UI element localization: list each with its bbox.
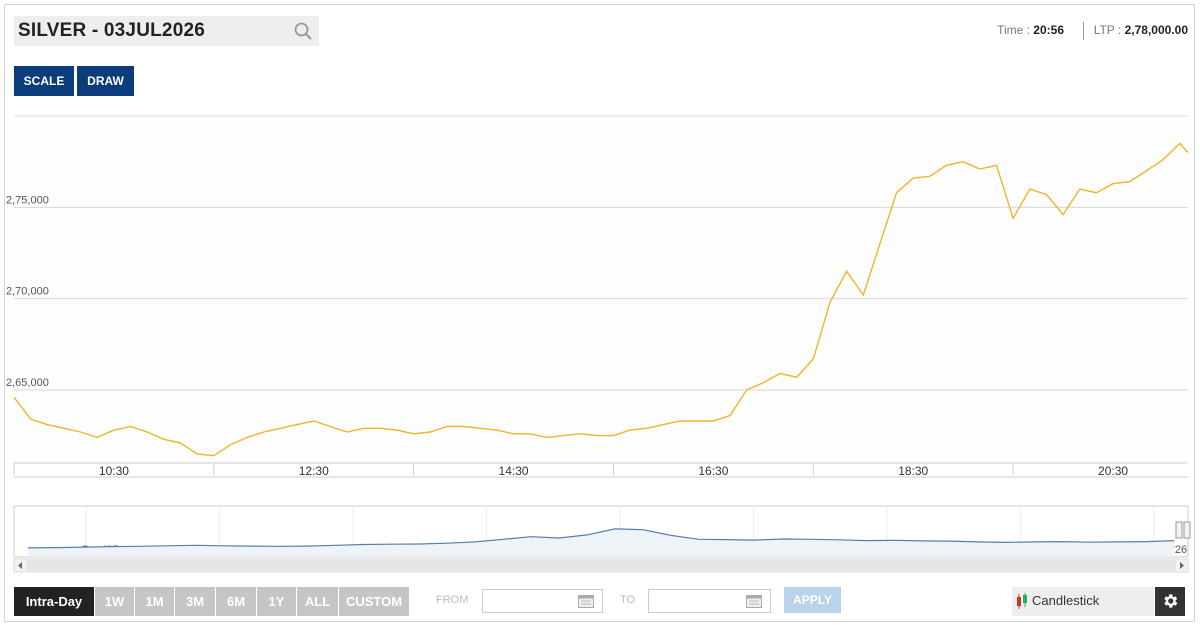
calendar-icon[interactable] — [746, 595, 762, 608]
x-tick-label: 16:30 — [698, 464, 728, 478]
plot-area — [14, 116, 1188, 463]
x-tick-label: 10:30 — [99, 464, 129, 478]
y-tick-label: 2,65,000 — [6, 377, 49, 389]
from-date-input[interactable] — [482, 589, 603, 613]
gear-icon — [1164, 594, 1178, 608]
apply-button[interactable]: APPLY — [784, 587, 841, 613]
range-button-3m[interactable]: 3M — [175, 587, 215, 616]
y-tick-label: 2,75,000 — [6, 194, 49, 206]
range-button-6m[interactable]: 6M — [216, 587, 256, 616]
candlestick-icon — [1017, 593, 1027, 609]
price-chart[interactable]: 2,75,000 2,70,000 2,65,000 10:30 12:30 14:30 1… — [0, 0, 1200, 580]
x-tick-label: 18:30 — [898, 464, 928, 478]
range-button-1y[interactable]: 1Y — [257, 587, 296, 616]
chart-type-selector[interactable]: Candlestick — [1012, 587, 1154, 616]
range-button-all[interactable]: ALL — [297, 587, 338, 616]
range-button-intra-day[interactable]: Intra-Day — [14, 587, 94, 616]
scrollbar-thumb[interactable] — [26, 560, 1176, 571]
chart-type-label: Candlestick — [1032, 593, 1100, 608]
range-button-custom[interactable]: CUSTOM — [339, 587, 409, 616]
range-button-1w[interactable]: 1W — [95, 587, 134, 616]
y-tick-label: 2,70,000 — [6, 286, 49, 298]
to-date-input[interactable] — [648, 589, 771, 613]
settings-button[interactable] — [1155, 587, 1185, 616]
x-tick-label: 20:30 — [1098, 464, 1128, 478]
from-label: FROM — [436, 594, 469, 606]
navigator-handle[interactable] — [1183, 521, 1191, 539]
x-tick-label: 12:30 — [299, 464, 329, 478]
to-label: TO — [620, 594, 636, 606]
navigator-handle[interactable] — [1175, 521, 1183, 539]
x-tick-label: 14:30 — [499, 464, 529, 478]
calendar-icon[interactable] — [578, 595, 594, 608]
range-button-1m[interactable]: 1M — [135, 587, 174, 616]
